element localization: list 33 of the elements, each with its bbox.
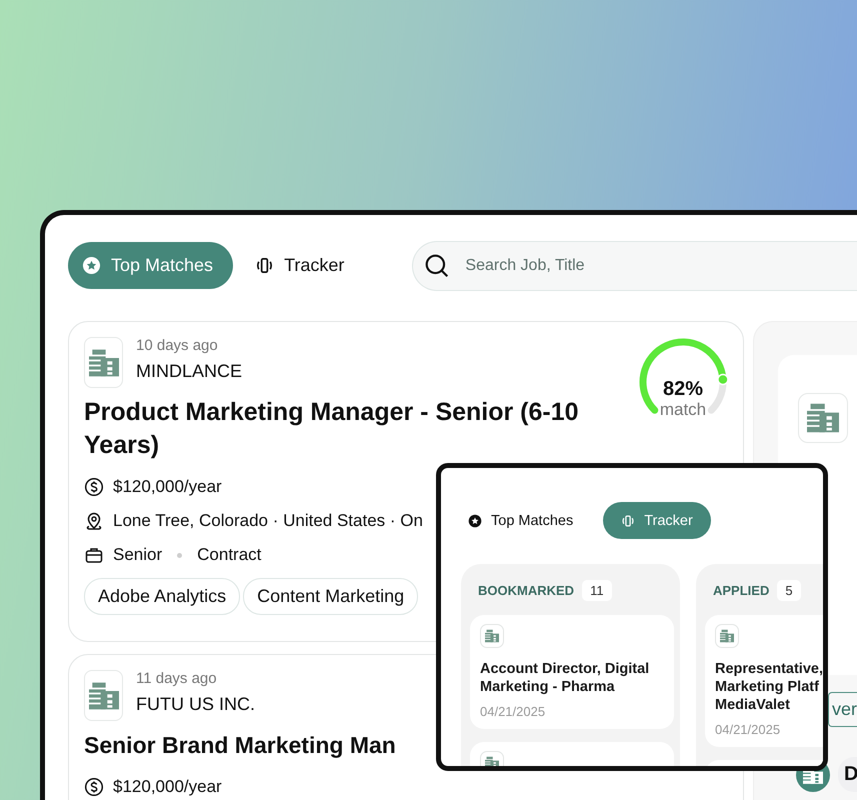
job-card[interactable]: Account Director, Digital Marketing - Pharma 04/21/2025 xyxy=(470,615,674,729)
company-name: MINDLANCE xyxy=(136,361,242,382)
job-title: Account Director, Digital Marketing - Pharma xyxy=(480,660,650,696)
nav-tab[interactable]: Top Matches xyxy=(68,242,234,289)
job-detail: $120,000/year xyxy=(113,777,222,797)
count-badge: 5 xyxy=(777,580,801,600)
job-detail: Lone Tree, Colorado · United States · On xyxy=(113,511,423,531)
company-name: FUTU US INC. xyxy=(136,694,255,715)
count-badge: 11 xyxy=(582,580,612,600)
location-pin-icon xyxy=(84,511,104,531)
building-icon xyxy=(720,628,734,644)
job-detail: $120,000/year xyxy=(113,477,222,497)
dollar-icon xyxy=(84,777,104,797)
nav-tab[interactable]: Tracker xyxy=(603,502,711,539)
nav-tab[interactable]: Tracker xyxy=(241,242,364,289)
skill-tag: Content Marketing xyxy=(243,578,418,615)
job-card[interactable]: Representative, Marketing Platf MediaValet 04/21/2025 xyxy=(705,615,823,747)
job-title: Senior Brand Marketing Man xyxy=(84,731,396,760)
job-detail: Contract xyxy=(197,545,262,565)
posted-time: 11 days ago xyxy=(136,670,218,687)
building-icon xyxy=(485,628,499,644)
job-date: 04/21/2025 xyxy=(480,704,546,719)
search-field[interactable]: Search Job, Title xyxy=(412,240,857,290)
job-detail: Senior xyxy=(113,545,162,565)
skill-tag: Adobe Analytics xyxy=(84,578,240,615)
job-title: Product Marketing Manager - Senior (6-10 Years) xyxy=(84,397,580,461)
column-title: BOOKMARKED xyxy=(478,582,574,598)
phone-vibrate-icon xyxy=(255,256,274,275)
posted-time: 10 days ago xyxy=(136,337,219,354)
dollar-icon xyxy=(84,477,104,497)
search-icon xyxy=(424,252,450,278)
nav-tab[interactable]: Top Matches xyxy=(468,502,592,539)
phone-vibrate-icon xyxy=(621,514,636,528)
